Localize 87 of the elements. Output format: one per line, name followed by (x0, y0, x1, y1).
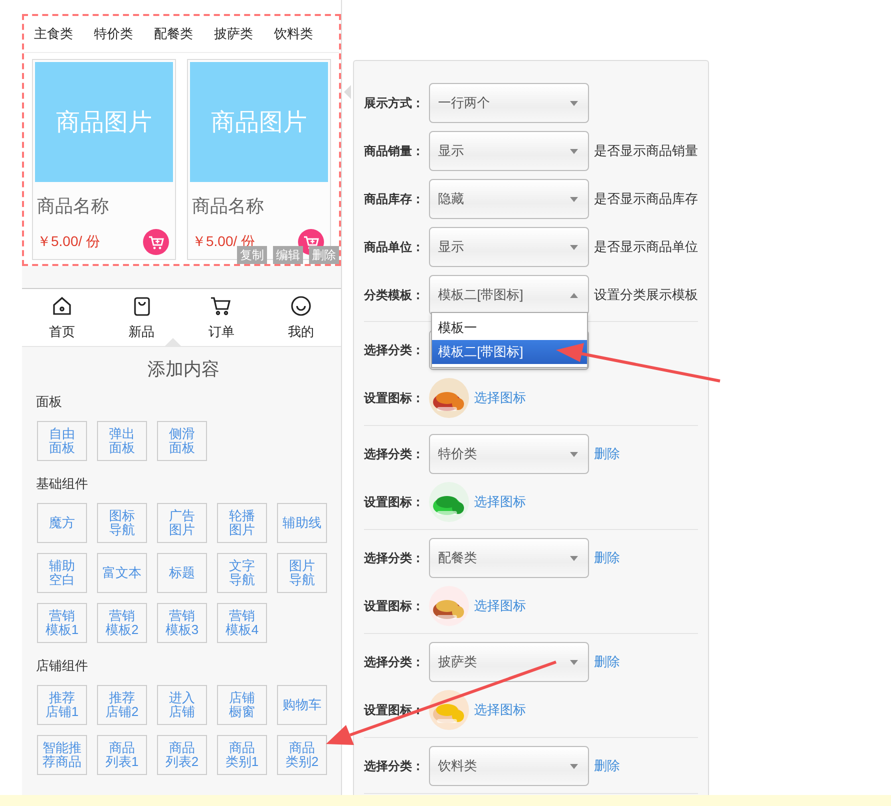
group-title: 基础组件 (36, 475, 89, 493)
field-hint: 是否显示商品库存 (594, 190, 698, 208)
component-button[interactable]: 图片 导航 (277, 553, 327, 593)
field-hint: 是否显示商品单位 (594, 238, 698, 256)
component-button[interactable]: 购物车 (277, 685, 327, 725)
field-label: 商品库存： (364, 190, 425, 208)
module-action-button[interactable]: 删除 (309, 246, 339, 264)
field-label: 分类模板： (364, 286, 425, 304)
choose-icon-link[interactable]: 选择图标 (474, 701, 526, 719)
nav-label[interactable]: 新品 (128, 322, 155, 340)
field-label: 设置图标： (364, 390, 425, 406)
dropdown-option[interactable]: 模板二[带图标] (432, 340, 587, 364)
group-title: 店铺组件 (36, 657, 89, 675)
component-button[interactable]: 商品 类别1 (217, 735, 267, 775)
component-button[interactable]: 推荐 店铺1 (37, 685, 87, 725)
component-button[interactable]: 魔方 (37, 503, 87, 543)
module-action-button[interactable]: 编辑 (273, 246, 303, 264)
field-label: 设置图标： (364, 494, 425, 510)
component-button[interactable]: 进入 店铺 (157, 685, 207, 725)
smiley-icon[interactable] (290, 294, 312, 316)
select-field[interactable]: 显示 (429, 131, 589, 171)
select-field[interactable]: 披萨类 (429, 642, 589, 682)
component-button[interactable]: 辅助 空白 (37, 553, 87, 593)
dropdown-option[interactable]: 模板一 (432, 316, 587, 340)
category-tab[interactable]: 主食类 (34, 25, 73, 43)
field-label: 设置图标： (364, 598, 425, 614)
delete-link[interactable]: 删除 (594, 549, 620, 567)
placeholder-text: 商品图片 (56, 108, 152, 138)
category-tab[interactable]: 配餐类 (154, 25, 193, 43)
component-button[interactable]: 营销 模板4 (217, 603, 267, 643)
component-button[interactable]: 推荐 店铺2 (97, 685, 147, 725)
category-tab[interactable]: 特价类 (94, 25, 133, 43)
nav-label[interactable]: 首页 (48, 322, 75, 340)
component-button[interactable]: 店铺 橱窗 (217, 685, 267, 725)
delete-link[interactable]: 删除 (594, 757, 620, 775)
category-tab[interactable]: 饮料类 (274, 25, 313, 43)
component-button[interactable]: 商品 类别2 (277, 735, 327, 775)
component-button[interactable]: 营销 模板1 (37, 603, 87, 643)
add-to-cart-icon[interactable] (143, 229, 169, 255)
placeholder-text: 商品图片 (211, 108, 307, 138)
nav-label[interactable]: 订单 (208, 322, 234, 340)
choose-icon-link[interactable]: 选择图标 (474, 597, 526, 615)
component-button[interactable]: 标题 (157, 553, 207, 593)
field-label: 商品单位： (364, 238, 425, 256)
component-button[interactable]: 自由 面板 (37, 421, 87, 461)
field-label: 选择分类： (364, 342, 425, 358)
component-button[interactable]: 广告 图片 (157, 503, 207, 543)
select-field[interactable]: 隐藏 (429, 179, 589, 219)
field-label: 商品销量： (364, 142, 425, 160)
component-button[interactable]: 智能推 荐商品 (37, 735, 87, 775)
product-name: 商品名称 (191, 195, 265, 218)
component-button[interactable]: 商品 列表1 (97, 735, 147, 775)
delete-link[interactable]: 删除 (594, 653, 620, 671)
component-button[interactable]: 辅助线 (277, 503, 327, 543)
select-field[interactable]: 饮料类 (429, 746, 589, 786)
field-label: 选择分类： (364, 550, 425, 566)
field-label: 选择分类： (364, 654, 425, 670)
nav-label[interactable]: 我的 (288, 322, 314, 340)
delete-link[interactable]: 删除 (594, 445, 620, 463)
component-button[interactable]: 侧滑 面板 (157, 421, 207, 461)
component-button[interactable]: 商品 列表2 (157, 735, 207, 775)
component-button[interactable]: 图标 导航 (97, 503, 147, 543)
category-tab[interactable]: 披萨类 (214, 25, 253, 43)
select-field[interactable]: 配餐类 (429, 538, 589, 578)
select-field[interactable]: 特价类 (429, 434, 589, 474)
house-icon[interactable] (50, 294, 73, 316)
component-button[interactable]: 富文本 (97, 553, 147, 593)
field-label: 选择分类： (364, 446, 425, 462)
field-hint: 设置分类展示模板 (594, 286, 698, 304)
panel-title: 添加内容 (146, 358, 220, 381)
choose-icon-link[interactable]: 选择图标 (474, 493, 526, 511)
field-label: 选择分类： (364, 758, 425, 774)
group-title: 面板 (36, 393, 63, 411)
component-button[interactable]: 文字 导航 (217, 553, 267, 593)
module-action-button[interactable]: 复制 (237, 246, 267, 264)
field-hint: 是否显示商品销量 (594, 142, 698, 160)
select-field[interactable]: 显示 (429, 227, 589, 267)
component-button[interactable]: 轮播 图片 (217, 503, 267, 543)
cart-icon[interactable] (210, 294, 232, 316)
component-button[interactable]: 营销 模板3 (157, 603, 207, 643)
select-field[interactable]: 一行两个 (429, 83, 589, 123)
field-label: 展示方式： (364, 94, 425, 112)
product-price: ￥5.00/ 份 (37, 233, 100, 251)
product-name: 商品名称 (36, 195, 110, 218)
choose-icon-link[interactable]: 选择图标 (474, 389, 526, 407)
component-button[interactable]: 弹出 面板 (97, 421, 147, 461)
component-button[interactable]: 营销 模板2 (97, 603, 147, 643)
